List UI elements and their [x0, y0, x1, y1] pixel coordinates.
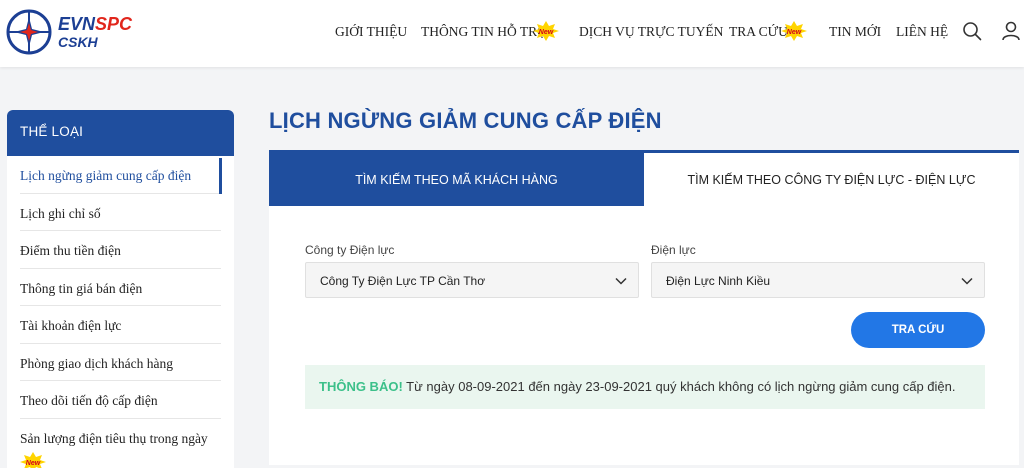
svg-text:New: New	[539, 29, 554, 36]
search-panel: TÌM KIẾM THEO MÃ KHÁCH HÀNG TÌM KIẾM THE…	[269, 150, 1019, 465]
sidebar-item-lich-ghi-chi-so[interactable]: Lịch ghi chỉ số	[20, 194, 221, 231]
svg-text:New: New	[26, 460, 41, 467]
company-field-label: Công ty Điện lực	[305, 243, 395, 257]
notice-banner: THÔNG BÁO! Từ ngày 08-09-2021 đến ngày 2…	[305, 365, 985, 409]
sidebar-item-san-luong[interactable]: Sản lượng điện tiêu thụ trong ngày New	[20, 419, 221, 468]
evn-logo-icon	[6, 9, 52, 55]
nav-lien-he[interactable]: LIÊN HỆ	[896, 24, 948, 40]
nav-tin-moi[interactable]: TIN MỚI	[829, 24, 881, 40]
brand-name-spc: SPC	[95, 14, 133, 34]
search-tabs: TÌM KIẾM THEO MÃ KHÁCH HÀNG TÌM KIẾM THE…	[269, 150, 1019, 206]
district-select-value: Điện Lực Ninh Kiều	[666, 274, 771, 288]
sidebar-item-diem-thu-tien[interactable]: Điểm thu tiền điện	[20, 231, 221, 269]
new-badge-icon: New	[781, 21, 807, 41]
tab-search-by-customer-code[interactable]: TÌM KIẾM THEO MÃ KHÁCH HÀNG	[269, 150, 644, 206]
search-icon[interactable]	[961, 20, 983, 42]
sidebar-item-tai-khoan[interactable]: Tài khoản điện lực	[20, 306, 221, 344]
brand-subtitle: CSKH	[58, 34, 98, 50]
chevron-down-icon	[961, 277, 973, 285]
brand-text: EVNSPC CSKH	[58, 15, 132, 49]
nav-tra-cuu[interactable]: TRA CỨU	[729, 24, 788, 40]
site-header: EVNSPC CSKH GIỚI THIỆU THÔNG TIN HỖ TRỢ …	[0, 0, 1024, 67]
chevron-down-icon	[615, 277, 627, 285]
notice-label: THÔNG BÁO!	[319, 379, 403, 394]
sidebar-list: Lịch ngừng giảm cung cấp điện Lịch ghi c…	[7, 156, 234, 468]
brand-logo[interactable]: EVNSPC CSKH	[6, 8, 151, 56]
company-select-value: Công Ty Điện Lực TP Cần Thơ	[320, 274, 486, 288]
search-button[interactable]: TRA CỨU	[851, 312, 985, 348]
company-select[interactable]: Công Ty Điện Lực TP Cần Thơ	[305, 262, 639, 298]
brand-name-evn: EVN	[58, 14, 96, 34]
sidebar-title: THỂ LOẠI	[7, 110, 234, 156]
page-title: LỊCH NGỪNG GIẢM CUNG CẤP ĐIỆN	[269, 108, 662, 133]
new-badge-icon: New	[533, 21, 559, 41]
tab-search-by-power-company[interactable]: TÌM KIẾM THEO CÔNG TY ĐIỆN LỰC - ĐIỆN LỰ…	[644, 150, 1019, 206]
sidebar-item-tien-do-cap-dien[interactable]: Theo dõi tiến độ cấp điện	[20, 381, 221, 419]
nav-gioi-thieu[interactable]: GIỚI THIỆU	[335, 24, 407, 40]
district-field-label: Điện lực	[651, 243, 696, 257]
svg-text:New: New	[787, 29, 802, 36]
district-select[interactable]: Điện Lực Ninh Kiều	[651, 262, 985, 298]
sidebar-item-label: Sản lượng điện tiêu thụ trong ngày	[20, 430, 208, 446]
nav-dich-vu-truc-tuyen[interactable]: DỊCH VỤ TRỰC TUYẾN	[579, 24, 723, 40]
nav-thong-tin-ho-tro[interactable]: THÔNG TIN HỖ TRỢ	[421, 24, 547, 40]
sidebar-item-phong-giao-dich[interactable]: Phòng giao dịch khách hàng	[20, 344, 221, 381]
user-icon[interactable]	[1000, 20, 1022, 42]
sidebar-item-lich-ngung-giam[interactable]: Lịch ngừng giảm cung cấp điện	[20, 156, 222, 194]
sidebar-item-gia-ban-dien[interactable]: Thông tin giá bán điện	[20, 269, 221, 306]
category-sidebar: THỂ LOẠI Lịch ngừng giảm cung cấp điện L…	[7, 110, 234, 468]
new-badge-icon: New	[20, 451, 46, 468]
notice-text: Từ ngày 08-09-2021 đến ngày 23-09-2021 q…	[402, 379, 956, 394]
